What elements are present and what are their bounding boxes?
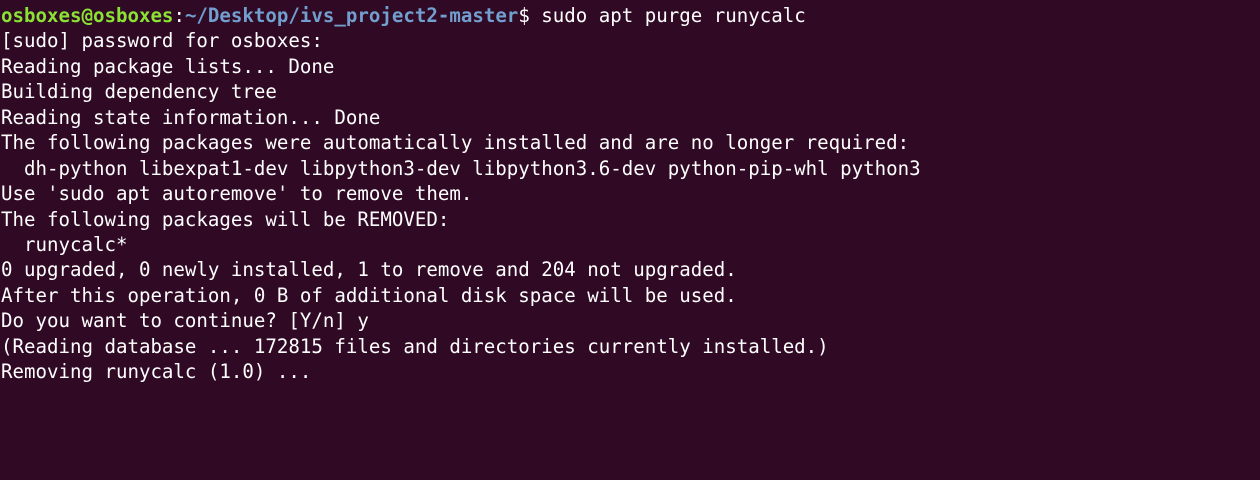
output-line: The following packages will be REMOVED: — [1, 207, 450, 231]
prompt-line: osboxes@osboxes:~/Desktop/ivs_project2-m… — [0, 3, 1260, 28]
terminal-window[interactable]: osboxes@osboxes:~/Desktop/ivs_project2-m… — [0, 0, 1260, 480]
prompt-user-host: osboxes@osboxes — [1, 4, 174, 27]
output-line: Use 'sudo apt autoremove' to remove them… — [1, 182, 473, 206]
command-text: sudo apt purge runycalc — [529, 4, 806, 27]
output-line: 0 upgraded, 0 newly installed, 1 to remo… — [1, 258, 737, 282]
output-line: [sudo] password for osboxes: — [1, 29, 323, 53]
output-line: Removing runycalc (1.0) ... — [1, 360, 312, 384]
output-line: dh-python libexpat1-dev libpython3-dev l… — [1, 156, 921, 180]
output-line: Reading package lists... Done — [1, 54, 335, 78]
output-line: Reading state information... Done — [1, 105, 381, 129]
prompt-symbol: $ — [518, 4, 530, 27]
output-line: Do you want to continue? [Y/n] y — [1, 309, 369, 333]
output-line: (Reading database ... 172815 files and d… — [1, 334, 829, 358]
output-line: The following packages were automaticall… — [1, 131, 910, 155]
output-line: After this operation, 0 B of additional … — [1, 283, 737, 307]
prompt-separator: : — [173, 4, 185, 27]
output-line: Building dependency tree — [1, 80, 277, 104]
output-line: runycalc* — [1, 232, 128, 256]
prompt-path: ~/Desktop/ivs_project2-master — [184, 4, 519, 27]
